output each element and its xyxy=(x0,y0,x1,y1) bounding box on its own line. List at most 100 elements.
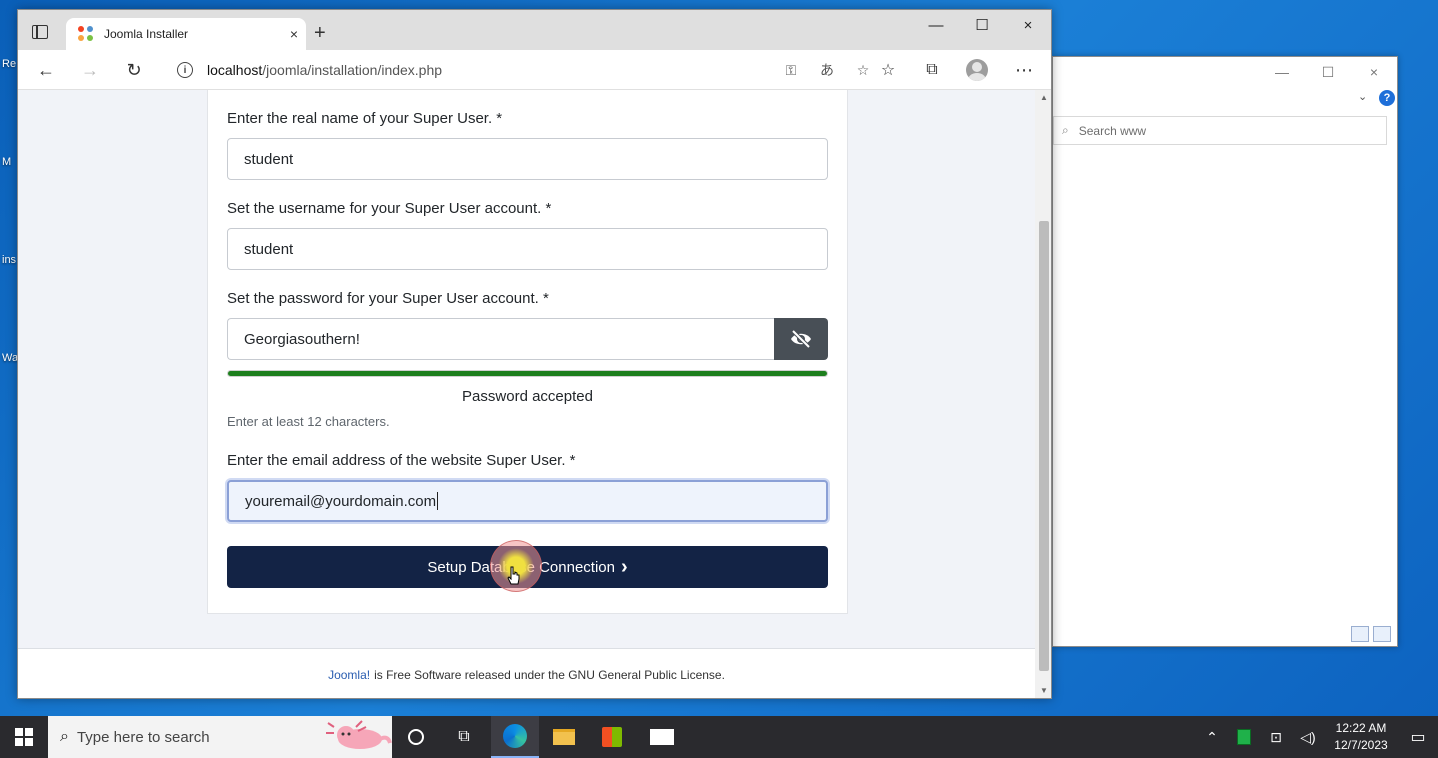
taskbar-search-placeholder: Type here to search xyxy=(76,728,210,746)
explorer-search-placeholder: Search www xyxy=(1078,123,1147,138)
taskbar-file-explorer[interactable] xyxy=(540,716,588,758)
joomla-link[interactable]: Joomla! xyxy=(328,668,370,682)
url-text: localhost/joomla/installation/index.php xyxy=(207,62,773,78)
key-icon[interactable]: ⚿ xyxy=(773,62,809,79)
password-strength-meter xyxy=(227,370,828,377)
joomla-favicon-icon xyxy=(78,26,94,42)
tray-overflow-chevron-icon[interactable]: ⌃ xyxy=(1196,729,1228,746)
task-view-button[interactable]: ⧉ xyxy=(440,716,488,758)
refresh-button[interactable]: ↻ xyxy=(119,56,149,84)
details-view-button[interactable] xyxy=(1351,626,1369,642)
taskbar-mail[interactable] xyxy=(638,716,686,758)
search-icon: ⌕ xyxy=(1062,123,1069,137)
minimize-button[interactable]: — xyxy=(913,10,959,40)
vertical-scrollbar[interactable]: ▲ ▼ xyxy=(1035,90,1051,698)
help-icon[interactable]: ? xyxy=(1379,90,1395,106)
explorer-close-button[interactable]: × xyxy=(1351,61,1397,83)
tray-app-icon[interactable] xyxy=(1228,729,1260,745)
ribbon-expand-chevron-icon[interactable]: ⌄ xyxy=(1358,90,1367,103)
password-hint: Enter at least 12 characters. xyxy=(227,414,390,429)
scrollbar-thumb[interactable] xyxy=(1039,221,1049,671)
scroll-up-arrow-icon[interactable]: ▲ xyxy=(1039,93,1049,102)
windows-logo-icon xyxy=(15,728,33,746)
username-value: student xyxy=(244,240,294,258)
profile-avatar[interactable] xyxy=(966,59,988,81)
clock[interactable]: 12:22 AM 12/7/2023 xyxy=(1324,720,1398,754)
network-icon[interactable]: ⊡ xyxy=(1260,729,1292,746)
email-value: youremail@yourdomain.com xyxy=(245,492,437,510)
tab-title: Joomla Installer xyxy=(104,27,189,41)
password-value: Georgiasouthern! xyxy=(244,330,360,348)
clock-time: 12:22 AM xyxy=(1335,721,1387,735)
email-input[interactable]: youremail@yourdomain.com xyxy=(227,480,828,522)
password-status-text: Password accepted xyxy=(462,388,593,405)
page-footer: Joomla! is Free Software released under … xyxy=(18,648,1035,698)
site-info-icon[interactable]: i xyxy=(177,62,193,78)
mail-icon xyxy=(650,729,674,745)
realname-label: Enter the real name of your Super User. … xyxy=(227,110,503,127)
taskbar-store[interactable] xyxy=(588,716,636,758)
installer-card: Enter the real name of your Super User. … xyxy=(207,90,848,614)
explorer-minimize-button[interactable]: — xyxy=(1259,61,1305,83)
start-button[interactable] xyxy=(0,716,48,758)
url-path: /joomla/installation/index.php xyxy=(262,62,443,78)
desktop-icon-label[interactable]: Wa xyxy=(2,352,18,364)
browser-window: Joomla Installer × + — ☐ × ← → ↻ i local… xyxy=(17,9,1052,699)
folder-icon xyxy=(553,729,575,745)
tab-strip: Joomla Installer × + — ☐ × xyxy=(18,10,1051,50)
password-strength-fill xyxy=(228,371,827,376)
new-tab-button[interactable]: + xyxy=(314,23,326,43)
desktop: Re M ins Wa — ☐ × ⌄ ? ⌕ Search www Jooml… xyxy=(0,0,1438,716)
password-group: Georgiasouthern! xyxy=(227,318,828,360)
chevron-right-icon: › xyxy=(620,555,628,578)
favorites-icon[interactable]: ☆ xyxy=(873,56,903,84)
realname-value: student xyxy=(244,150,294,168)
file-explorer-window: — ☐ × ⌄ ? ⌕ Search www xyxy=(1052,56,1398,647)
clock-date: 12/7/2023 xyxy=(1334,738,1388,752)
browser-toolbar: ← → ↻ i localhost/joomla/installation/in… xyxy=(18,50,1051,90)
desktop-icon-label[interactable]: M xyxy=(2,156,11,168)
scroll-down-arrow-icon[interactable]: ▼ xyxy=(1039,686,1049,695)
edge-icon xyxy=(503,724,527,748)
notification-icon[interactable]: ▭ xyxy=(1398,727,1438,747)
password-input[interactable]: Georgiasouthern! xyxy=(227,318,774,360)
page-content: Enter the real name of your Super User. … xyxy=(18,90,1035,698)
toggle-password-visibility-button[interactable] xyxy=(774,318,828,360)
large-icons-view-button[interactable] xyxy=(1373,626,1391,642)
address-bar[interactable]: i localhost/joomla/installation/index.ph… xyxy=(163,54,881,86)
url-host: localhost xyxy=(207,62,263,78)
footer-text: is Free Software released under the GNU … xyxy=(374,667,725,682)
forward-button[interactable]: → xyxy=(75,56,105,84)
text-caret xyxy=(437,492,439,510)
more-menu-icon[interactable]: ⋯ xyxy=(1009,56,1039,84)
tab-joomla-installer[interactable]: Joomla Installer × xyxy=(66,18,306,50)
back-button[interactable]: ← xyxy=(31,56,61,84)
collections-icon[interactable]: ⧉ xyxy=(917,56,947,84)
email-label: Enter the email address of the website S… xyxy=(227,452,576,469)
read-aloud-icon[interactable]: あ xyxy=(809,60,845,80)
explorer-search-input[interactable]: ⌕ Search www xyxy=(1053,116,1387,145)
cortana-button[interactable] xyxy=(392,716,440,758)
taskbar: ⌕ Type here to search ⧉ ⌃ ⊡ ◁) 12:22 AM … xyxy=(0,716,1438,758)
tab-actions-icon[interactable] xyxy=(32,25,48,39)
cortana-icon xyxy=(408,729,424,745)
store-bag-icon xyxy=(602,727,622,747)
taskbar-search-box[interactable]: ⌕ Type here to search xyxy=(48,716,392,758)
close-window-button[interactable]: × xyxy=(1005,10,1051,40)
volume-icon[interactable]: ◁) xyxy=(1292,729,1324,746)
hand-cursor-icon xyxy=(507,566,520,585)
search-icon: ⌕ xyxy=(60,728,69,745)
explorer-maximize-button[interactable]: ☐ xyxy=(1305,61,1351,83)
desktop-icon-label[interactable]: Re xyxy=(2,58,16,70)
realname-input[interactable]: student xyxy=(227,138,828,180)
desktop-icon-label[interactable]: ins xyxy=(2,254,16,266)
maximize-button[interactable]: ☐ xyxy=(959,10,1005,40)
taskbar-edge[interactable] xyxy=(491,716,539,758)
password-label: Set the password for your Super User acc… xyxy=(227,290,549,307)
task-view-icon: ⧉ xyxy=(458,728,470,745)
username-label: Set the username for your Super User acc… xyxy=(227,200,552,217)
tab-close-icon[interactable]: × xyxy=(282,26,306,42)
eye-slash-icon xyxy=(791,330,811,348)
system-tray: ⌃ ⊡ ◁) 12:22 AM 12/7/2023 ▭ xyxy=(1196,716,1438,758)
username-input[interactable]: student xyxy=(227,228,828,270)
